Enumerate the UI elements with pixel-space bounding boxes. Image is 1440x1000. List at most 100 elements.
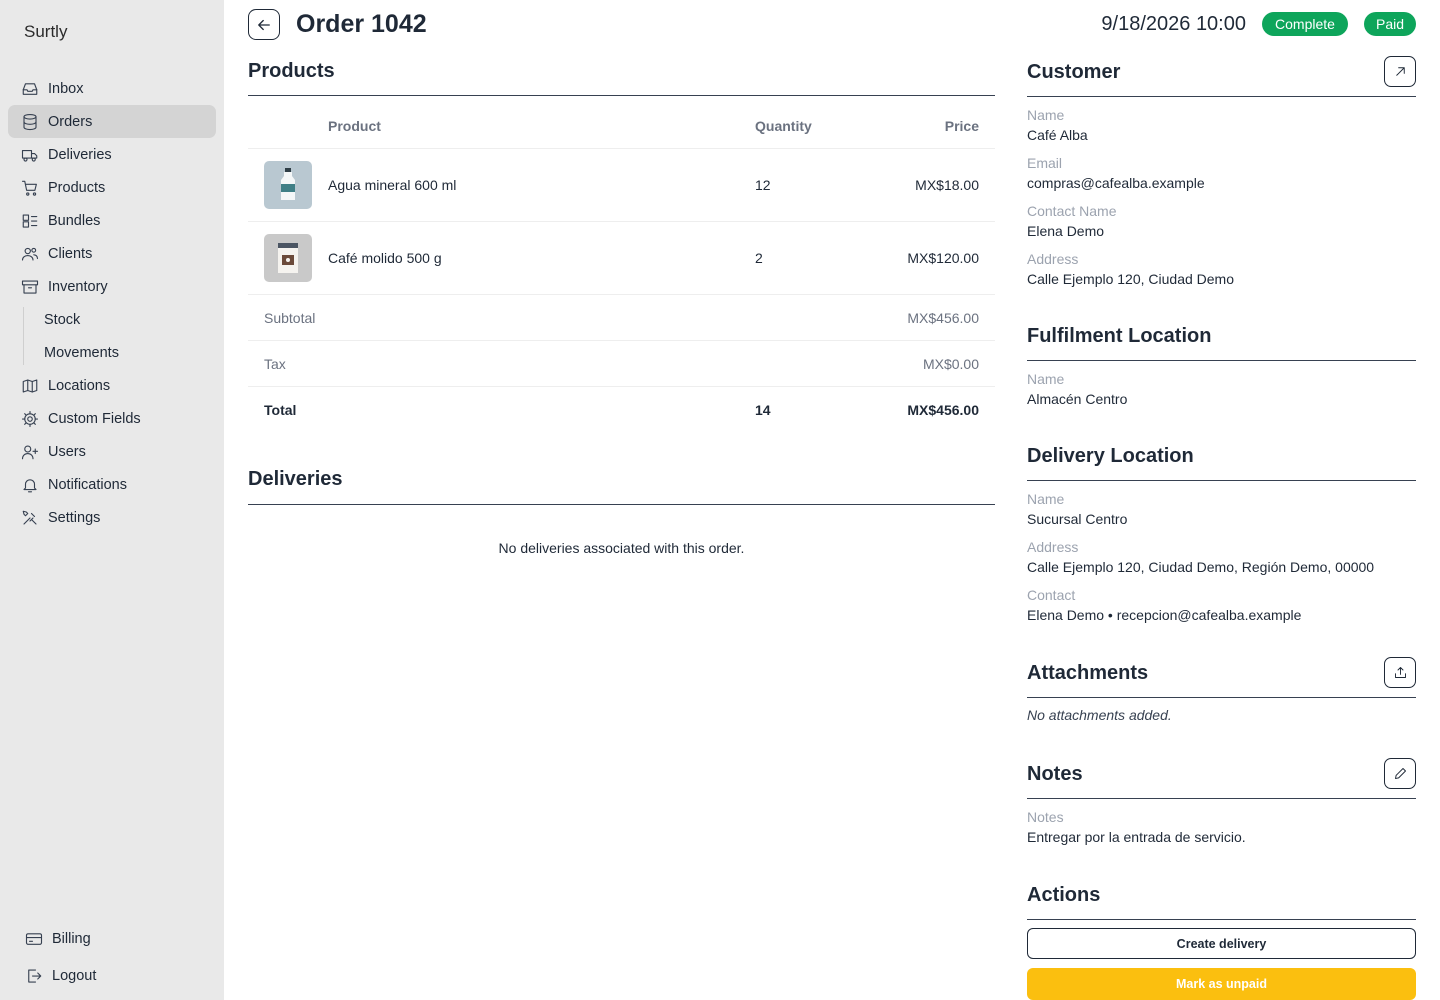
product-name: Café molido 500 g [328,250,442,266]
field-label: Contact [1027,587,1076,603]
sidebar-item-label: Inventory [48,278,108,295]
actions-title: Actions [1027,884,1101,906]
arrow-left-icon [258,19,270,30]
mark-unpaid-button[interactable]: Mark as unpaid [1027,968,1416,1000]
deliveries-title: Deliveries [248,468,343,490]
product-name: Agua mineral 600 ml [328,177,457,193]
sidebar-item-label: Stock [44,311,81,328]
truck-icon [20,145,40,165]
subtotal-value: MX$456.00 [907,309,979,326]
sidebar-item-label: Users [48,443,86,460]
field-value: Sucursal Centro [1027,511,1128,527]
cart-icon [20,178,40,198]
sidebar-item-label: Orders [48,113,93,130]
pencil-icon [1394,768,1406,779]
field-value: Café Alba [1027,127,1088,143]
order-datetime: 9/18/2026 10:00 [1101,13,1246,35]
deliveries-empty-message: No deliveries associated with this order… [498,540,745,556]
external-link-icon [1395,67,1405,76]
cog-icon [20,409,40,429]
status-badge: Complete [1262,12,1348,36]
database-icon [20,112,40,132]
inbox-icon [20,79,40,99]
product-quantity: 12 [755,177,771,193]
customer-address-field: Address Calle Ejemplo 120, Ciudad Demo [1027,249,1416,289]
map-icon [20,376,40,396]
sidebar-item-label: Billing [52,930,91,947]
edit-notes-button[interactable] [1384,758,1416,789]
sidebar-item-billing[interactable]: Billing [16,920,216,957]
actions-section-header: Actions [1027,878,1416,920]
sidebar-item-movements[interactable]: Movements [23,336,216,369]
order-header: Order 1042 9/18/2026 10:00 Complete Paid [248,9,1416,41]
product-quantity: 2 [755,250,763,266]
sidebar-item-label: Deliveries [48,146,112,163]
customer-section-header: Customer [1027,56,1416,97]
sidebar-item-products[interactable]: Products [8,171,216,204]
customer-title: Customer [1027,61,1121,83]
open-customer-button[interactable] [1384,56,1416,87]
customer-name-field: Name Café Alba [1027,105,1416,145]
sidebar-item-locations[interactable]: Locations [8,369,216,402]
notes-title: Notes [1027,763,1083,785]
field-label: Name [1027,107,1065,123]
sidebar-bottom-nav: Billing Logout [16,920,216,994]
tax-row: Tax MX$0.00 [248,341,995,387]
field-value: compras@cafealba.example [1027,175,1205,191]
page-title: Order 1042 [296,10,427,38]
field-value: Calle Ejemplo 120, Ciudad Demo [1027,271,1234,287]
column-quantity: Quantity [755,118,812,134]
fulfilment-title: Fulfilment Location [1027,325,1212,347]
column-price: Price [944,118,979,134]
upload-attachment-button[interactable] [1384,657,1416,688]
table-header: Product Quantity Price [248,104,995,149]
sidebar-item-notifications[interactable]: Notifications [8,468,216,501]
archive-icon [20,277,40,297]
product-price: MX$120.00 [907,250,979,266]
bundles-icon [20,211,40,231]
sidebar-item-deliveries[interactable]: Deliveries [8,138,216,171]
coffee-bag-icon [278,243,298,273]
notes-section-header: Notes [1027,758,1416,799]
sidebar-item-label: Inbox [48,80,84,97]
brand-logo[interactable]: Surtly [24,22,67,42]
sidebar-item-stock[interactable]: Stock [23,303,216,336]
payment-badge: Paid [1364,12,1416,36]
delivery-contact-field: Contact Elena Demo • recepcion@cafealba.… [1027,585,1416,625]
sidebar-item-inventory[interactable]: Inventory [8,270,216,303]
table-row[interactable]: Agua mineral 600 ml 12 MX$18.00 [248,149,995,222]
field-value: Entregar por la entrada de servicio. [1027,829,1246,845]
delivery-location-title: Delivery Location [1027,445,1194,467]
sidebar-item-users[interactable]: Users [8,435,216,468]
sidebar-item-orders[interactable]: Orders [8,105,216,138]
attachments-empty-message: No attachments added. [1027,707,1172,723]
customer-contact-field: Contact Name Elena Demo [1027,201,1416,241]
sidebar-item-label: Notifications [48,476,127,493]
sidebar-item-clients[interactable]: Clients [8,237,216,270]
create-delivery-button[interactable]: Create delivery [1027,928,1416,959]
sidebar-item-label: Settings [48,509,101,526]
sidebar-item-inbox[interactable]: Inbox [8,72,216,105]
water-bottle-thumbnail [264,161,312,209]
notes-field: Notes Entregar por la entrada de servici… [1027,807,1416,847]
delivery-address-field: Address Calle Ejemplo 120, Ciudad Demo, … [1027,537,1416,577]
sidebar-item-custom-fields[interactable]: Custom Fields [8,402,216,435]
field-label: Email [1027,155,1063,171]
inventory-subnav: Stock Movements [23,303,216,369]
fulfilment-name-field: Name Almacén Centro [1027,369,1416,409]
delivery-name-field: Name Sucursal Centro [1027,489,1416,529]
back-button[interactable] [248,9,280,40]
tools-icon [20,508,40,528]
field-value: Calle Ejemplo 120, Ciudad Demo, Región D… [1027,559,1375,575]
delivery-location-section-header: Delivery Location [1027,440,1416,481]
field-label: Name [1027,371,1065,387]
table-row[interactable]: Café molido 500 g 2 MX$120.00 [248,222,995,295]
upload-icon [1394,667,1406,678]
sidebar-item-logout[interactable]: Logout [16,957,216,994]
sidebar-item-label: Movements [44,344,119,361]
users-icon [20,244,40,264]
tax-label: Tax [264,355,286,372]
sidebar-item-settings[interactable]: Settings [8,501,216,534]
field-value: Elena Demo [1027,223,1105,239]
sidebar-item-bundles[interactable]: Bundles [8,204,216,237]
